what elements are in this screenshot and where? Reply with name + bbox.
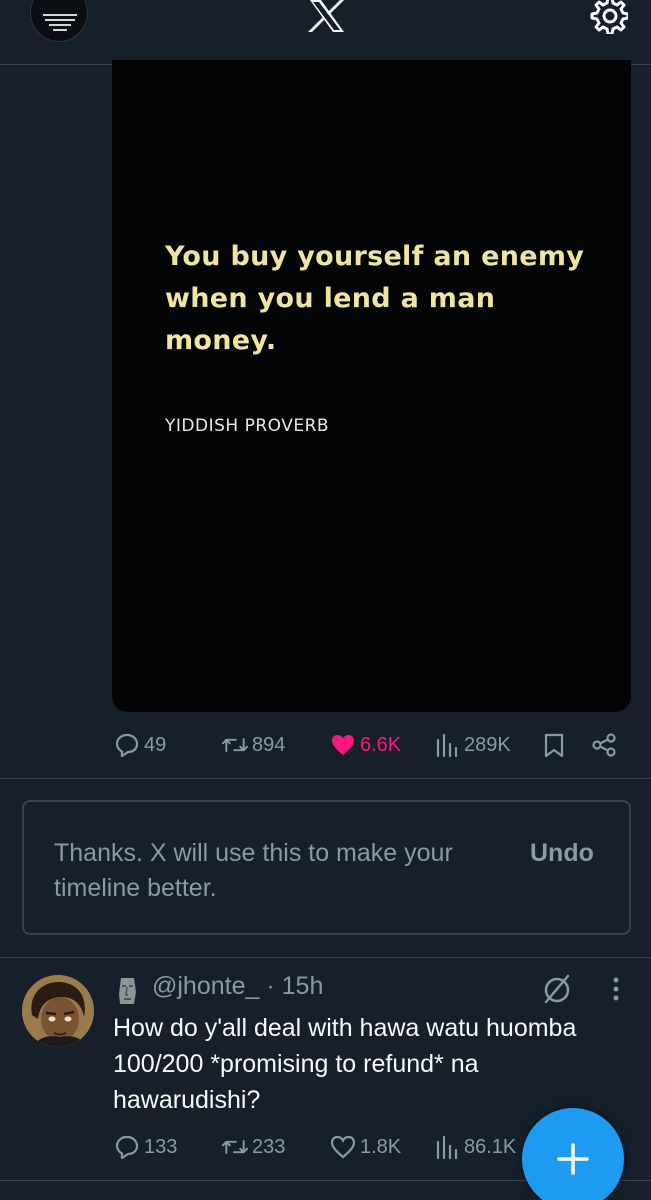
- retweet-button[interactable]: 233: [222, 1127, 285, 1167]
- feedback-message: Thanks. X will use this to make your tim…: [54, 839, 453, 902]
- retweet-count: 894: [252, 733, 286, 756]
- views-chart-icon: [436, 1135, 458, 1160]
- x-logo-icon[interactable]: [304, 0, 348, 34]
- views-count: 289K: [464, 733, 511, 756]
- views-count: 86.1K: [464, 1135, 517, 1158]
- user-handle[interactable]: @jhonte_: [152, 972, 259, 1000]
- bookmark-icon: [544, 733, 564, 758]
- like-button[interactable]: 1.8K: [330, 1127, 401, 1167]
- divider: [0, 957, 651, 958]
- like-button[interactable]: 6.6K: [330, 725, 401, 765]
- undo-button[interactable]: Undo: [530, 836, 594, 871]
- retweet-count: 233: [252, 1135, 286, 1158]
- reply-button[interactable]: 133: [114, 1127, 177, 1167]
- gear-icon[interactable]: [588, 0, 628, 34]
- media-quote-text: You buy yourself an enemy when you lend …: [165, 241, 585, 356]
- more-options-icon[interactable]: [606, 974, 626, 1004]
- retweet-icon: [222, 1139, 248, 1155]
- reply-icon: [115, 733, 139, 758]
- reply-count: 49: [144, 733, 167, 756]
- tweet-media-image[interactable]: You buy yourself an enemy when you lend …: [112, 60, 631, 712]
- plus-icon: [557, 1143, 589, 1175]
- tweet-actions: 49 894 6.6K 289K: [0, 725, 651, 765]
- retweet-icon: [222, 737, 248, 753]
- avatar-image: [41, 11, 79, 34]
- heart-filled-icon: [332, 735, 354, 755]
- share-icon: [592, 733, 616, 757]
- reply-count: 133: [144, 1135, 178, 1158]
- bookmark-button[interactable]: [541, 725, 567, 765]
- profile-avatar[interactable]: [30, 0, 88, 42]
- share-button[interactable]: [591, 725, 617, 765]
- compose-button[interactable]: [522, 1108, 624, 1200]
- moai-emoji-icon: [119, 978, 136, 1004]
- heart-icon: [330, 1135, 356, 1159]
- not-interested-icon[interactable]: [540, 972, 574, 1006]
- reply-button[interactable]: 49: [114, 725, 166, 765]
- avatar-image: [22, 975, 94, 1047]
- like-count: 6.6K: [360, 733, 402, 756]
- views-chart-icon: [436, 733, 458, 758]
- like-count: 1.8K: [360, 1135, 402, 1158]
- tweet-text[interactable]: How do y'all deal with hawa watu huomba …: [113, 1010, 623, 1118]
- top-bar: [0, 0, 651, 65]
- retweet-button[interactable]: 894: [222, 725, 285, 765]
- tweet-handle-time[interactable]: @jhonte_ · 15h: [152, 972, 323, 1001]
- views-button[interactable]: 86.1K: [434, 1127, 516, 1167]
- views-button[interactable]: 289K: [434, 725, 511, 765]
- tweet-time: · 15h: [266, 972, 324, 1000]
- feedback-notice: Thanks. X will use this to make your tim…: [22, 800, 631, 935]
- divider: [0, 778, 651, 779]
- media-quote-source: YIDDISH PROVERB: [165, 416, 330, 436]
- timeline-page: You buy yourself an enemy when you lend …: [0, 0, 651, 1200]
- reply-icon: [115, 1135, 139, 1160]
- user-avatar[interactable]: [22, 975, 94, 1047]
